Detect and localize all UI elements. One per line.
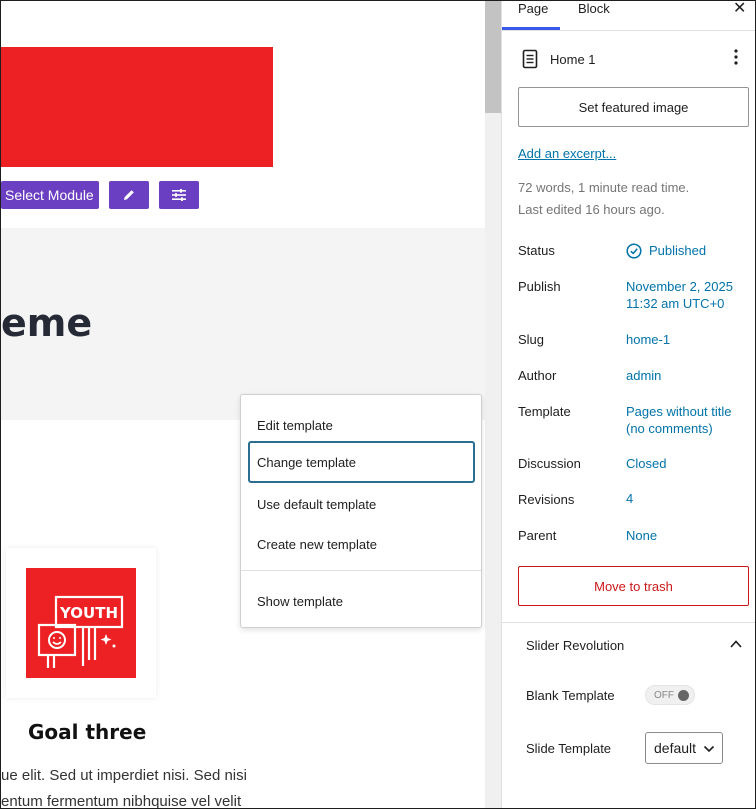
toggle-knob [678, 690, 689, 701]
menu-item-edit-template[interactable]: Edit template [248, 404, 475, 446]
status-value-text: Published [649, 243, 707, 258]
menu-divider [241, 570, 481, 571]
discussion-value[interactable]: Closed [626, 455, 666, 472]
revisions-value[interactable]: 4 [626, 490, 633, 507]
toggle-state-text: OFF [654, 689, 674, 701]
slider-revolution-panel-title[interactable]: Slider Revolution [526, 638, 624, 653]
last-edited: Last edited 16 hours ago. [518, 202, 665, 217]
menu-item-show-template[interactable]: Show template [248, 580, 475, 622]
publish-date: November 2, 2025 [626, 279, 733, 294]
set-featured-image-button[interactable]: Set featured image [518, 87, 749, 127]
publish-label: Publish [518, 279, 561, 294]
template-value-button[interactable]: Pages without title (no comments) [626, 403, 732, 437]
slug-value[interactable]: home-1 [626, 331, 670, 348]
discussion-label: Discussion [518, 456, 581, 471]
canvas-scrollbar-thumb[interactable] [485, 1, 501, 113]
blank-template-toggle[interactable]: OFF [645, 685, 695, 705]
youth-image: YOUTH [26, 568, 136, 678]
slide-template-value: default [654, 740, 697, 756]
menu-item-change-template[interactable]: Change template [248, 441, 475, 483]
template-label: Template [518, 404, 571, 419]
sidebar-tabs: Page Block ✕ [502, 0, 755, 31]
revisions-label: Revisions [518, 492, 575, 507]
blank-template-label: Blank Template [526, 688, 615, 703]
youth-logo-text: YOUTH [59, 604, 118, 622]
tab-page[interactable]: Page [518, 1, 548, 16]
chevron-down-icon [703, 745, 715, 753]
slide-template-label: Slide Template [526, 741, 612, 756]
document-title: Home 1 [550, 51, 596, 67]
active-tab-indicator [502, 27, 560, 30]
parent-value[interactable]: None [626, 527, 657, 544]
menu-item-use-default-template[interactable]: Use default template [248, 483, 475, 525]
editor-window: Select Module eme YOUTH Goal three ue el… [0, 0, 756, 809]
document-options-button[interactable] [734, 49, 738, 69]
tab-block[interactable]: Block [578, 1, 610, 16]
chevron-up-icon[interactable] [729, 637, 743, 651]
word-count: 72 words, 1 minute read time. [518, 180, 690, 195]
template-options-menu: Edit template Change template Use defaul… [240, 394, 482, 628]
module-settings-button[interactable] [159, 181, 199, 209]
more-vertical-icon [734, 49, 738, 65]
edit-module-button[interactable] [109, 181, 149, 209]
document-header: Home 1 [522, 49, 596, 69]
author-label: Author [518, 368, 557, 383]
template-value-line-2: (no comments) [626, 421, 713, 436]
published-check-icon [626, 242, 642, 259]
page-icon [522, 49, 538, 69]
goal-title: Goal three [28, 720, 147, 744]
close-sidebar-button[interactable]: ✕ [733, 0, 747, 18]
parent-label: Parent [518, 528, 557, 543]
publish-date-button[interactable]: November 2, 2025 11:32 am UTC+0 [626, 278, 733, 312]
section-heading: eme [1, 301, 93, 345]
author-value[interactable]: admin [626, 367, 661, 384]
slide-template-select[interactable]: default [645, 732, 723, 764]
goal-card[interactable]: YOUTH [6, 548, 156, 698]
panel-divider [502, 622, 755, 623]
publish-time: 11:32 am UTC+0 [626, 296, 725, 311]
menu-item-create-new-template[interactable]: Create new template [248, 523, 475, 565]
pencil-icon [124, 190, 134, 200]
slug-label: Slug [518, 332, 545, 347]
select-module-button[interactable]: Select Module [1, 181, 99, 209]
add-excerpt-link[interactable]: Add an excerpt... [518, 146, 616, 161]
status-label: Status [518, 243, 555, 258]
move-to-trash-button[interactable]: Move to trash [518, 566, 749, 606]
template-value-line-1: Pages without title [626, 404, 732, 419]
sliders-icon [172, 189, 186, 201]
close-icon: ✕ [733, 0, 747, 17]
body-text-line-1: ue elit. Sed ut imperdiet nisi. Sed nisi [1, 767, 247, 784]
module-toolbar: Select Module [1, 181, 199, 209]
hero-banner-block[interactable] [1, 47, 273, 167]
youth-sign-illustration: YOUTH [37, 595, 124, 668]
settings-sidebar: Page Block ✕ Home 1 Set featured image A… [501, 0, 755, 808]
body-text-line-2: entum fermentum nibhquise vel velit [1, 793, 242, 809]
canvas-scrollbar[interactable] [485, 1, 501, 808]
status-value[interactable]: Published [626, 242, 706, 259]
